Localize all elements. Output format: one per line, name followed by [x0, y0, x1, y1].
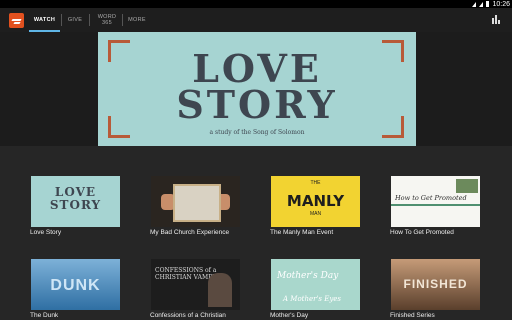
series-title: Finished Series	[390, 312, 435, 319]
tab-watch[interactable]: WATCH	[29, 8, 60, 32]
status-bar: 10:26	[0, 0, 512, 8]
series-title: Mother's Day	[270, 312, 309, 319]
series-grid: LOVE STORY Love Story My Bad Church Expe…	[0, 146, 512, 320]
tab-give[interactable]: GIVE	[62, 8, 88, 32]
series-thumbnail: LOVE STORY	[31, 176, 120, 227]
series-thumbnail: FINISHED	[391, 259, 480, 310]
series-title: Love Story	[30, 229, 62, 236]
series-thumbnail: DUNK	[31, 259, 120, 310]
battery-icon	[486, 1, 490, 7]
series-thumbnail: CONFESSIONS of a CHRISTIAN VAMPIRE	[151, 259, 240, 310]
series-title: How To Get Promoted	[390, 229, 454, 236]
signal-icon	[479, 1, 484, 7]
series-title: The Dunk	[30, 312, 59, 319]
app-logo-icon[interactable]	[9, 13, 24, 28]
clock: 10:26	[492, 0, 510, 8]
tab-word365[interactable]: WORD 365	[92, 8, 122, 32]
series-thumbnail: Mother's Day A Mother's Eyes	[271, 259, 360, 310]
hero-subtitle: a study of the Song of Solomon	[209, 129, 305, 136]
hero-banner[interactable]: LOVE STORY a study of the Song of Solomo…	[98, 32, 416, 146]
series-thumbnail	[151, 176, 240, 227]
app-bar: WATCH GIVE WORD 365 MORE	[0, 8, 512, 32]
series-title: Confessions of a Christian	[150, 312, 226, 319]
hero-title: STORY	[176, 82, 338, 127]
series-thumbnail: How to Get Promoted	[391, 176, 480, 227]
stats-icon[interactable]	[492, 15, 500, 24]
series-thumbnail: THE MANLY MAN	[271, 176, 360, 227]
wifi-icon	[472, 1, 477, 7]
tab-divider	[122, 14, 123, 26]
series-title: The Manly Man Event	[270, 229, 334, 236]
tab-more[interactable]: MORE	[124, 8, 150, 32]
tab-divider	[89, 14, 90, 26]
series-title: My Bad Church Experience	[150, 229, 230, 236]
